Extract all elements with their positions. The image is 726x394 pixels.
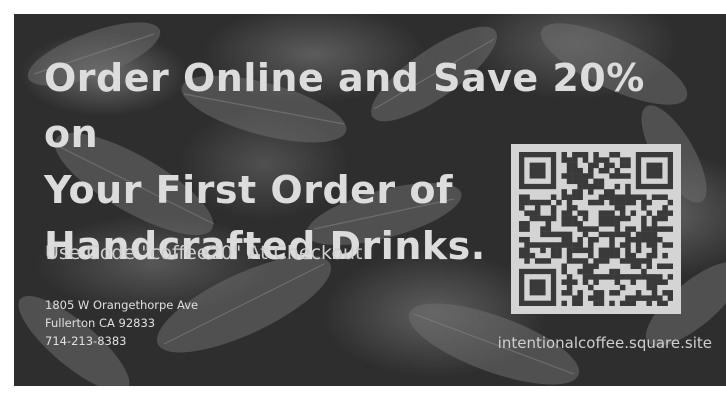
promo-card: Order Online and Save 20% on Your First … [14, 14, 726, 386]
street-address: 1805 W Orangethorpe Ave [45, 298, 199, 312]
qr-code-icon[interactable] [511, 144, 681, 314]
phone-number: 714-213-8383 [45, 334, 127, 348]
address-block: 1805 W Orangethorpe Ave Fullerton CA 928… [45, 296, 198, 350]
website-link[interactable]: intentionalcoffee.square.site [498, 334, 712, 352]
promo-code-text: Use Code "coffee20" At Checkout [45, 242, 363, 264]
city-zip: Fullerton CA 92833 [45, 316, 156, 330]
qr-code-pattern [519, 152, 673, 306]
